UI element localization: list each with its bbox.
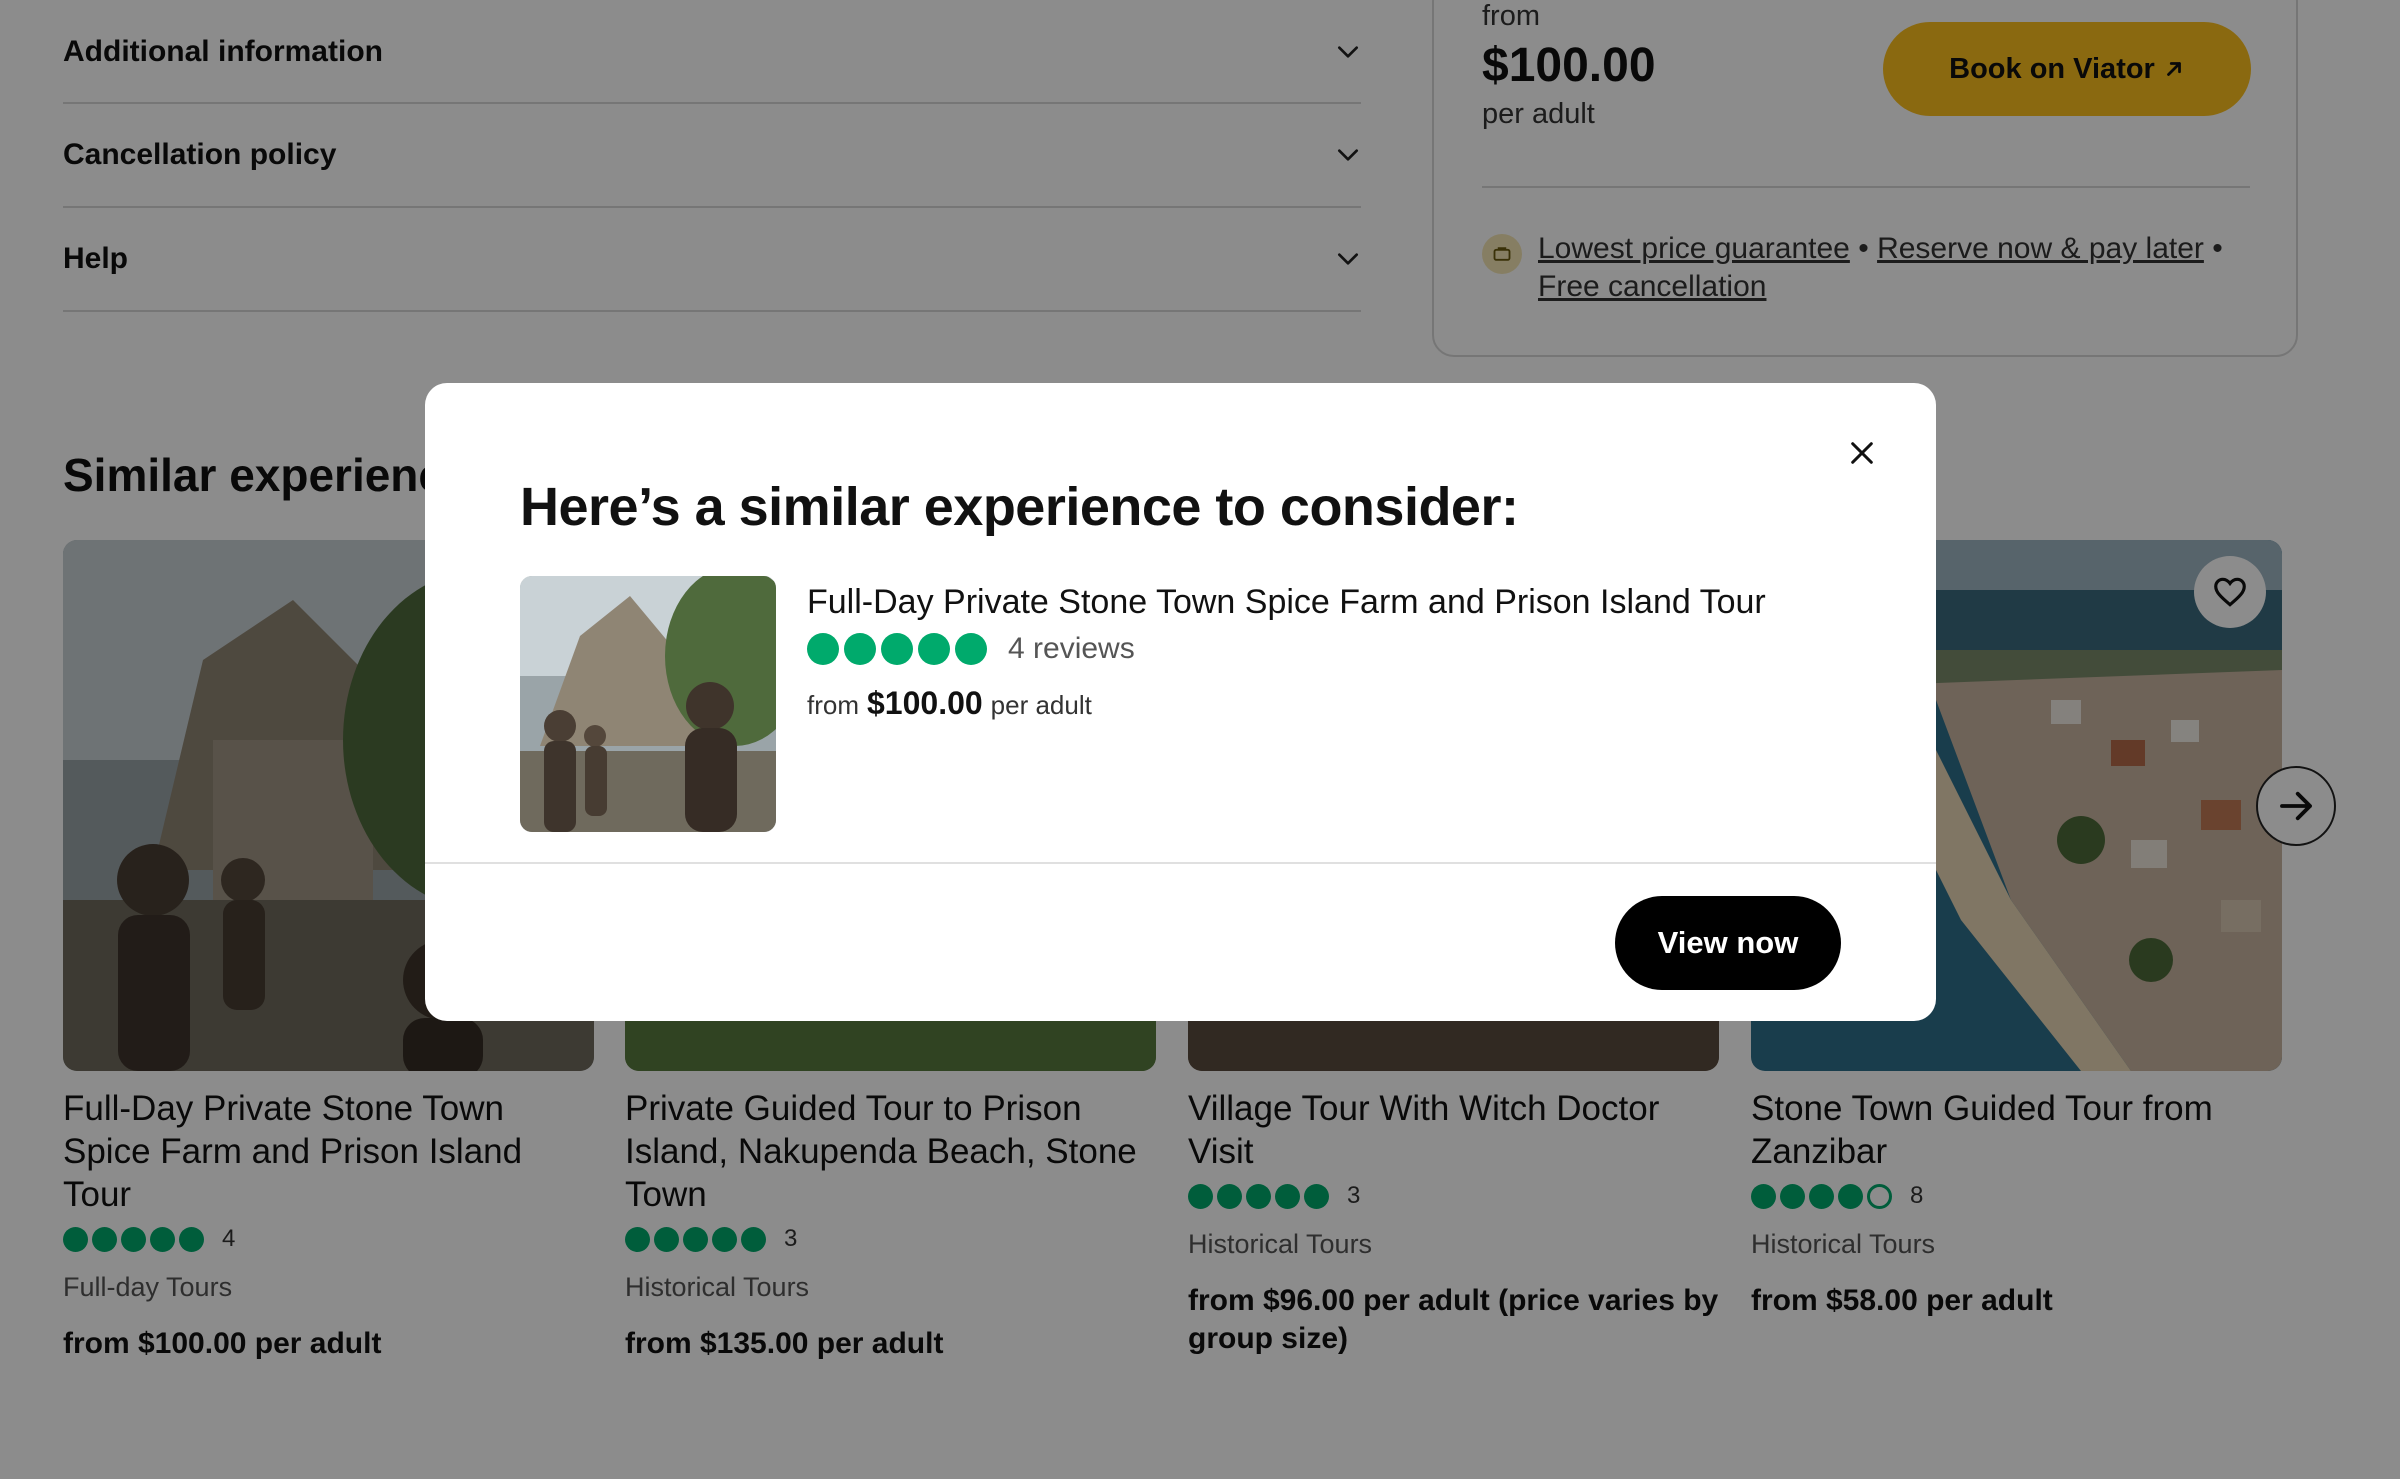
close-modal-button[interactable]	[1832, 423, 1892, 483]
review-count: 4 reviews	[1008, 632, 1135, 665]
rating-bubble	[844, 633, 876, 665]
price-amount: $100.00	[867, 685, 983, 721]
rating-bubble	[918, 633, 950, 665]
price-from-label: from	[807, 690, 859, 720]
rating-bubbles: 4 reviews	[807, 632, 1857, 665]
modal-tour-info: Full-Day Private Stone Town Spice Farm a…	[807, 581, 1857, 722]
similar-experience-modal: Here’s a similar experience to consider:…	[425, 383, 1936, 1021]
tour-thumbnail[interactable]	[520, 576, 776, 832]
modal-price: from $100.00 per adult	[807, 685, 1857, 722]
modal-divider	[425, 862, 1936, 864]
price-per-label: per adult	[990, 690, 1092, 720]
view-now-button[interactable]: View now	[1615, 896, 1841, 990]
close-icon	[1851, 442, 1873, 464]
rating-bubble	[807, 633, 839, 665]
modal-tour-title[interactable]: Full-Day Private Stone Town Spice Farm a…	[807, 581, 1857, 623]
modal-title: Here’s a similar experience to consider:	[520, 477, 1519, 537]
rating-bubble	[881, 633, 913, 665]
rating-bubble	[955, 633, 987, 665]
